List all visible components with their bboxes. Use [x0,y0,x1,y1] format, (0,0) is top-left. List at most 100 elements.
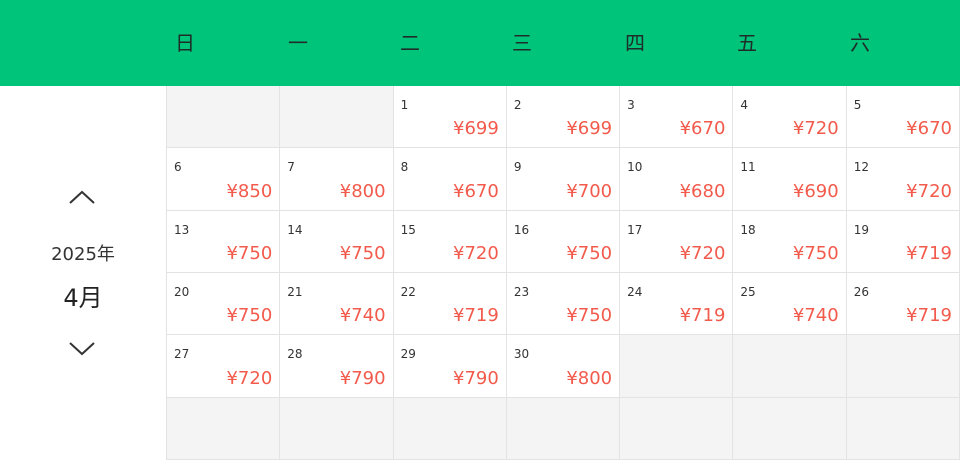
weekday-tue: 二 [400,31,420,55]
day-number: 11 [740,160,756,175]
calendar-day-cell[interactable]: 21 ¥740 [280,272,394,336]
calendar-day-cell[interactable]: 23 ¥750 [506,272,621,336]
day-number: 20 [174,284,190,299]
day-price: ¥719 [679,305,726,327]
weekday-thu: 四 [625,31,645,55]
empty-day-cell [280,397,394,460]
day-price: ¥680 [679,180,726,202]
day-price: ¥719 [906,242,952,264]
weekday-sat: 六 [850,31,870,55]
calendar-day-cell[interactable]: 20 ¥750 [167,272,281,336]
calendar-day-cell[interactable]: 2 ¥699 [506,86,621,149]
day-number: 15 [400,222,416,237]
empty-day-cell [506,397,621,460]
day-number: 23 [513,284,530,299]
calendar-day-cell[interactable]: 30 ¥800 [506,335,621,398]
calendar-day-cell[interactable]: 26 ¥719 [846,272,960,336]
weekday-wed: 三 [512,31,532,55]
day-number: 25 [740,284,756,299]
calendar-day-cell[interactable]: 22 ¥719 [393,272,507,336]
calendar-day-cell[interactable]: 15 ¥720 [393,210,507,273]
calendar-day-cell[interactable]: 7 ¥800 [280,148,394,211]
chevron-up-icon [69,190,95,204]
day-price: ¥699 [566,118,613,140]
day-price: ¥750 [226,242,273,264]
calendar-day-cell[interactable]: 17 ¥720 [620,210,734,273]
calendar-day-cell[interactable]: 19 ¥719 [846,210,960,273]
calendar-day-cell[interactable]: 27 ¥720 [167,335,281,398]
empty-day-cell [733,397,847,460]
day-number: 18 [740,222,756,237]
calendar-day-cell[interactable]: 13 ¥750 [167,210,281,273]
day-price: ¥720 [792,118,839,140]
day-number: 26 [853,284,869,299]
calendar-day-cell[interactable]: 3 ¥670 [620,86,734,149]
month-label: 4月 [63,284,103,312]
next-month-button[interactable] [62,334,102,364]
calendar-day-cell[interactable]: 9 ¥700 [506,148,621,211]
day-price: ¥750 [566,305,613,327]
day-number: 24 [627,284,643,299]
day-number: 19 [853,222,869,237]
day-number: 7 [287,160,295,175]
calendar-day-cell[interactable]: 12 ¥720 [846,148,960,211]
day-price: ¥670 [906,118,952,140]
calendar-day-cell[interactable]: 28 ¥790 [280,335,394,398]
day-price: ¥670 [679,118,726,140]
calendar-day-cell[interactable]: 4 ¥720 [733,86,847,149]
empty-day-cell [620,397,734,460]
day-number: 2 [513,98,522,112]
day-number: 14 [287,222,303,237]
day-number: 4 [740,98,749,112]
calendar-day-cell[interactable]: 5 ¥670 [846,86,960,149]
day-price: ¥790 [453,367,499,389]
calendar-day-cell[interactable]: 8 ¥670 [393,148,507,211]
calendar-day-cell[interactable]: 14 ¥750 [280,210,394,273]
day-number: 1 [400,98,409,112]
day-number: 6 [174,160,182,175]
weekday-fri: 五 [737,31,757,55]
day-price: ¥670 [453,180,499,202]
year-label: 2025年 [51,244,115,265]
empty-day-cell [280,86,394,149]
calendar-day-cell[interactable]: 6 ¥850 [167,148,281,211]
day-price: ¥700 [566,180,613,202]
day-price: ¥800 [566,367,613,389]
day-number: 17 [627,222,643,237]
weekday-sun: 日 [175,31,195,55]
day-price: ¥699 [453,118,499,140]
day-price: ¥719 [453,305,499,327]
empty-day-cell [620,335,734,398]
day-price: ¥740 [792,305,839,327]
calendar-day-cell[interactable]: 24 ¥719 [620,272,734,336]
day-price: ¥750 [226,305,273,327]
calendar-day-cell[interactable]: 11 ¥690 [733,148,847,211]
month-navigator: 2025年 4月 [0,86,166,460]
day-price: ¥750 [339,242,386,264]
day-price: ¥720 [906,180,952,202]
calendar-day-cell[interactable]: 1 ¥699 [393,86,507,149]
calendar-day-cell[interactable]: 16 ¥750 [506,210,621,273]
day-number: 9 [513,160,522,175]
empty-day-cell [846,397,960,460]
calendar-day-cell[interactable]: 18 ¥750 [733,210,847,273]
day-price: ¥750 [792,242,839,264]
calendar-day-cell[interactable]: 10 ¥680 [620,148,734,211]
calendar-day-cell[interactable]: 29 ¥790 [393,335,507,398]
empty-day-cell [167,86,281,149]
day-number: 21 [287,284,303,299]
day-price: ¥720 [226,367,273,389]
day-number: 30 [513,347,530,362]
day-price: ¥719 [906,305,952,327]
empty-day-cell [733,335,847,398]
calendar-day-cell[interactable]: 25 ¥740 [733,272,847,336]
calendar-grid: 1 ¥699 2 ¥699 3 ¥670 4 ¥720 5 ¥670 6 ¥850 7 ¥800 8 ¥670… [166,86,960,460]
empty-day-cell [167,397,281,460]
day-price: ¥790 [339,367,386,389]
weekday-mon: 一 [288,31,308,55]
day-price: ¥720 [453,242,499,264]
day-number: 22 [400,284,416,299]
day-number: 3 [627,98,635,112]
day-number: 8 [400,160,409,175]
prev-month-button[interactable] [62,182,102,212]
